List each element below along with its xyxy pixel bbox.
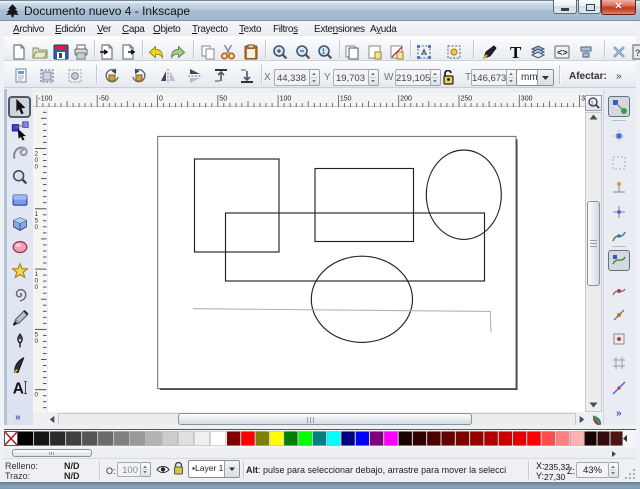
svg-text:0: 0 — [159, 96, 163, 103]
svg-text:A: A — [12, 381, 23, 398]
svg-text:0: 0 — [35, 392, 39, 399]
svg-text:0: 0 — [35, 338, 39, 345]
svg-text:150: 150 — [340, 96, 352, 103]
svg-text:-50: -50 — [99, 96, 109, 103]
svg-text:50: 50 — [219, 96, 227, 103]
svg-text:0: 0 — [35, 224, 39, 231]
svg-text:-100: -100 — [38, 96, 52, 103]
svg-text:100: 100 — [280, 96, 292, 103]
svg-text:1: 1 — [591, 101, 594, 107]
svg-text:250: 250 — [461, 96, 473, 103]
svg-text:<>: <> — [557, 49, 568, 59]
svg-text:1: 1 — [322, 49, 326, 56]
svg-text:T: T — [510, 44, 522, 60]
svg-text:0: 0 — [35, 284, 39, 291]
svg-text:200: 200 — [400, 96, 412, 103]
svg-text:?: ? — [635, 48, 640, 58]
svg-text:0: 0 — [35, 164, 39, 171]
svg-text:300: 300 — [521, 96, 533, 103]
